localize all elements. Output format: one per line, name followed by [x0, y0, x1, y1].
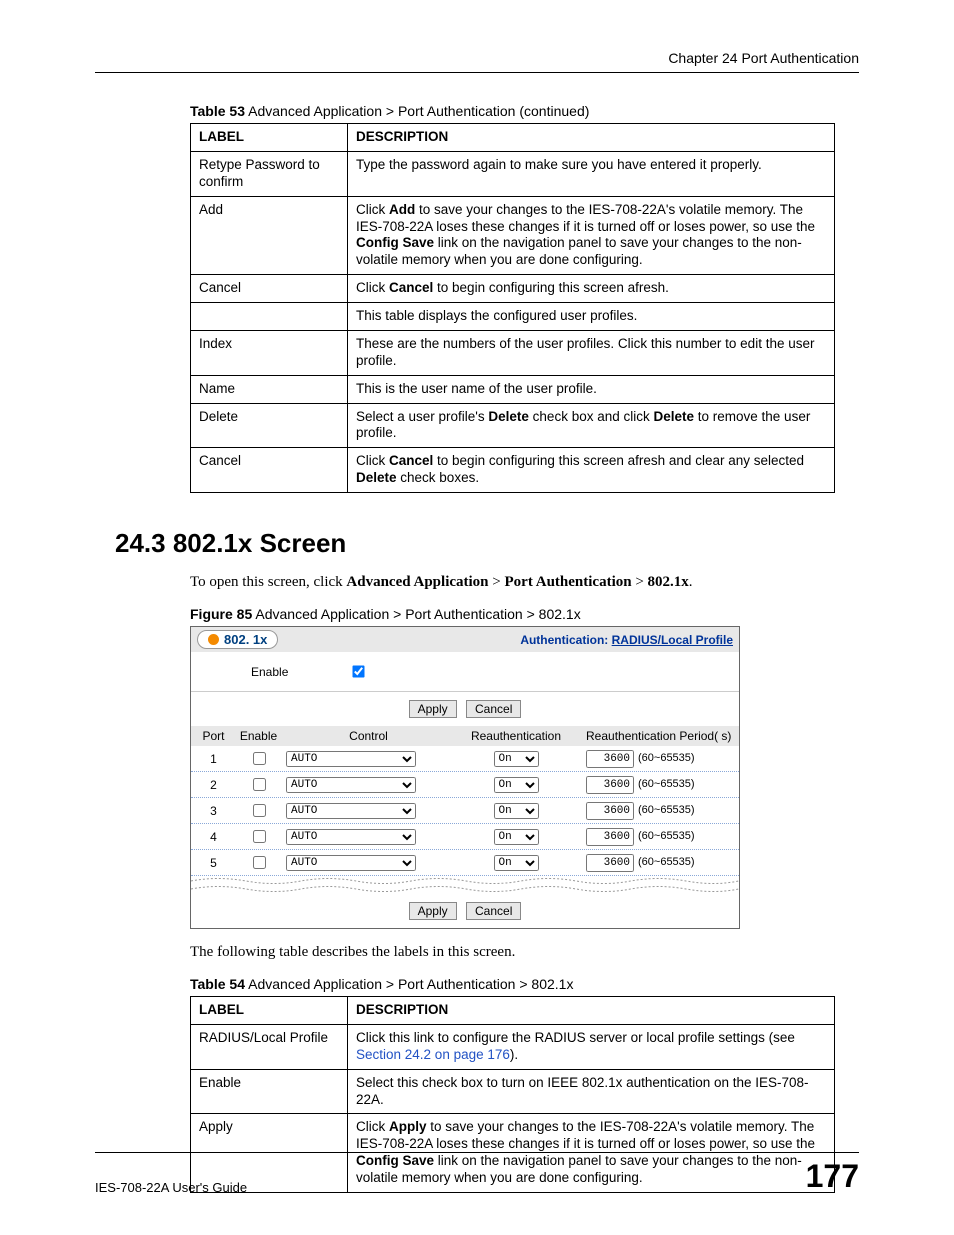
table-row: EnableSelect this check box to turn on I…: [191, 1069, 835, 1114]
table-cell-label: Cancel: [191, 275, 348, 303]
apply-button-bottom[interactable]: Apply: [409, 902, 457, 920]
reauth-select[interactable]: On: [494, 803, 539, 819]
table-cell-label: Enable: [191, 1069, 348, 1114]
reauth-select[interactable]: On: [494, 829, 539, 845]
range-text: (60~65535): [634, 752, 695, 764]
footer-guide: IES-708-22A User's Guide: [95, 1180, 247, 1195]
table-cell-desc: Click Add to save your changes to the IE…: [348, 196, 835, 275]
footer-page-number: 177: [806, 1158, 859, 1195]
control-select[interactable]: AUTO: [286, 803, 416, 819]
port-number: 4: [196, 830, 231, 844]
table-cell-desc: Click Cancel to begin configuring this s…: [348, 448, 835, 493]
port-number: 3: [196, 804, 231, 818]
table-cell-label: Add: [191, 196, 348, 275]
dot-icon: [208, 634, 219, 645]
table53-header-desc: DESCRIPTION: [348, 124, 835, 152]
table-row: NameThis is the user name of the user pr…: [191, 375, 835, 403]
enable-checkbox[interactable]: [353, 665, 365, 677]
cancel-button-bottom[interactable]: Cancel: [466, 902, 521, 920]
period-input[interactable]: [586, 776, 634, 794]
period-input[interactable]: [586, 750, 634, 768]
reauth-select[interactable]: On: [494, 751, 539, 767]
page-footer: IES-708-22A User's Guide 177: [95, 1152, 859, 1195]
reauth-select[interactable]: On: [494, 777, 539, 793]
table-row: RADIUS/Local ProfileClick this link to c…: [191, 1024, 835, 1069]
post-figure-text: The following table describes the labels…: [190, 944, 859, 961]
table-cell-label: Name: [191, 375, 348, 403]
table-row: Retype Password to confirmType the passw…: [191, 151, 835, 196]
table-cell-desc: Click this link to configure the RADIUS …: [348, 1024, 835, 1069]
table-cell-desc: Select this check box to turn on IEEE 80…: [348, 1069, 835, 1114]
torn-edge: [191, 876, 739, 894]
range-text: (60~65535): [634, 830, 695, 842]
table-row: CancelClick Cancel to begin configuring …: [191, 448, 835, 493]
table-cell-label: Cancel: [191, 448, 348, 493]
figure85-caption: Figure 85 Advanced Application > Port Au…: [190, 606, 859, 622]
enable-label: Enable: [251, 665, 288, 679]
table-cell-desc: These are the numbers of the user profil…: [348, 330, 835, 375]
radius-link[interactable]: RADIUS/Local Profile: [612, 633, 733, 647]
section-heading: 24.3 802.1x Screen: [115, 528, 859, 559]
control-select[interactable]: AUTO: [286, 777, 416, 793]
control-select[interactable]: AUTO: [286, 855, 416, 871]
figure-title-pill: 802. 1x: [197, 630, 278, 649]
port-row: 5 AUTO On (60~65535): [191, 850, 739, 876]
range-text: (60~65535): [634, 856, 695, 868]
auth-links: Authentication: RADIUS/Local Profile: [520, 633, 733, 647]
table-row: DeleteSelect a user profile's Delete che…: [191, 403, 835, 448]
port-enable-checkbox[interactable]: [253, 804, 266, 817]
table-cell-label: Delete: [191, 403, 348, 448]
port-number: 5: [196, 856, 231, 870]
port-enable-checkbox[interactable]: [253, 830, 266, 843]
control-select[interactable]: AUTO: [286, 829, 416, 845]
table-cell-label: Retype Password to confirm: [191, 151, 348, 196]
table54-caption: Table 54 Advanced Application > Port Aut…: [190, 976, 859, 992]
period-input[interactable]: [586, 854, 634, 872]
table-row: IndexThese are the numbers of the user p…: [191, 330, 835, 375]
table53-caption: Table 53 Advanced Application > Port Aut…: [190, 103, 859, 119]
table53-header-label: LABEL: [191, 124, 348, 152]
table-cell-desc: Type the password again to make sure you…: [348, 151, 835, 196]
cancel-button-top[interactable]: Cancel: [466, 700, 521, 718]
period-input[interactable]: [586, 828, 634, 846]
port-number: 2: [196, 778, 231, 792]
port-row: 4 AUTO On (60~65535): [191, 824, 739, 850]
reauth-select[interactable]: On: [494, 855, 539, 871]
table-cell-label: Index: [191, 330, 348, 375]
figure85: 802. 1x Authentication: RADIUS/Local Pro…: [190, 626, 740, 929]
table53: LABEL DESCRIPTION Retype Password to con…: [190, 123, 835, 493]
table-cell-desc: Click Cancel to begin configuring this s…: [348, 275, 835, 303]
table54-header-label: LABEL: [191, 997, 348, 1025]
table-cell-label: [191, 303, 348, 331]
table54-header-desc: DESCRIPTION: [348, 997, 835, 1025]
port-row: 1 AUTO On (60~65535): [191, 746, 739, 772]
table-cell-desc: This table displays the configured user …: [348, 303, 835, 331]
intro-text: To open this screen, click Advanced Appl…: [190, 574, 859, 591]
port-enable-checkbox[interactable]: [253, 778, 266, 791]
port-row: 2 AUTO On (60~65535): [191, 772, 739, 798]
control-select[interactable]: AUTO: [286, 751, 416, 767]
table-row: AddClick Add to save your changes to the…: [191, 196, 835, 275]
range-text: (60~65535): [634, 778, 695, 790]
port-number: 1: [196, 752, 231, 766]
table-cell-label: RADIUS/Local Profile: [191, 1024, 348, 1069]
table-cell-desc: Select a user profile's Delete check box…: [348, 403, 835, 448]
port-table-header: Port Enable Control Reauthentication Rea…: [191, 726, 739, 746]
range-text: (60~65535): [634, 804, 695, 816]
port-enable-checkbox[interactable]: [253, 856, 266, 869]
table-row: This table displays the configured user …: [191, 303, 835, 331]
apply-button-top[interactable]: Apply: [409, 700, 457, 718]
port-enable-checkbox[interactable]: [253, 752, 266, 765]
table-row: CancelClick Cancel to begin configuring …: [191, 275, 835, 303]
period-input[interactable]: [586, 802, 634, 820]
chapter-header: Chapter 24 Port Authentication: [95, 50, 859, 73]
port-row: 3 AUTO On (60~65535): [191, 798, 739, 824]
table-cell-desc: This is the user name of the user profil…: [348, 375, 835, 403]
